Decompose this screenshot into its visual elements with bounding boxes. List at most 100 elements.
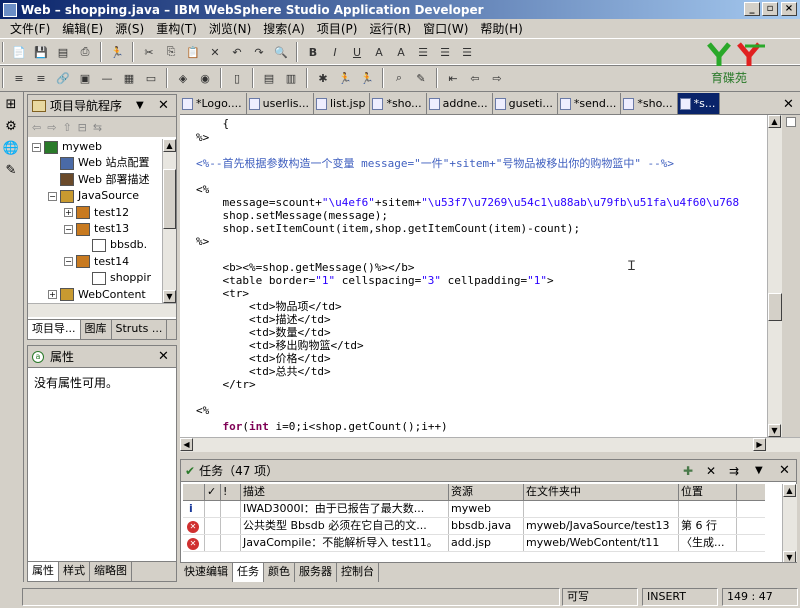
view-menu-icon[interactable]: ▼ xyxy=(755,465,763,476)
align-right-icon[interactable]: ☰ xyxy=(457,42,477,62)
debug-icon[interactable]: ✱ xyxy=(313,68,333,88)
open-perspective-icon[interactable]: ⊞ xyxy=(1,94,21,114)
run-icon[interactable]: 🏃 xyxy=(335,68,355,88)
tree-item[interactable]: + test12 xyxy=(64,205,129,221)
tab-thumbnails[interactable]: 缩略图 xyxy=(90,562,132,581)
collapse-icon[interactable]: − xyxy=(48,191,57,201)
editor-tab[interactable]: *sho... xyxy=(621,93,678,114)
form-icon[interactable]: ▭ xyxy=(141,68,161,88)
column-header[interactable]: 在文件夹中 xyxy=(524,484,679,500)
hr-icon[interactable]: — xyxy=(97,68,117,88)
back-icon[interactable]: ⇦ xyxy=(32,121,41,134)
editor-tab[interactable]: guseti... xyxy=(493,93,558,114)
tasks-scrollbar[interactable]: ▲ ▼ xyxy=(782,484,797,564)
code-editor[interactable]: { %> <%--首先根据参数构造一个变量 message="一件"+sitem… xyxy=(180,115,767,437)
collapse-icon[interactable]: − xyxy=(32,142,41,152)
save-icon[interactable]: 💾 xyxy=(31,42,51,62)
jsp-icon[interactable]: ◈ xyxy=(173,68,193,88)
link-editor-icon[interactable]: ⇆ xyxy=(93,121,102,134)
forward-icon[interactable]: ⇨ xyxy=(487,68,507,88)
new-icon[interactable]: 📄 xyxy=(9,42,29,62)
scroll-right-arrow[interactable]: ▶ xyxy=(753,438,766,451)
close-editor-icon[interactable]: ✕ xyxy=(783,97,794,112)
column-header[interactable]: 位置 xyxy=(679,484,737,500)
tab-styles[interactable]: 样式 xyxy=(59,562,90,581)
scroll-down-arrow[interactable]: ▼ xyxy=(768,424,781,437)
editor-tab[interactable]: *s... xyxy=(677,93,721,114)
tab-struts[interactable]: Struts ... xyxy=(112,320,168,339)
menu-source[interactable]: 源(S) xyxy=(109,20,150,38)
editor-tab[interactable]: list.jsp xyxy=(314,93,371,114)
collapse-icon[interactable]: − xyxy=(64,257,73,267)
expand-icon[interactable]: + xyxy=(64,208,73,218)
run-person-icon[interactable]: 🏃 xyxy=(107,42,127,62)
add-task-icon[interactable]: ✚ xyxy=(683,464,693,478)
menu-run[interactable]: 运行(R) xyxy=(363,20,417,38)
frame-icon[interactable]: ▯ xyxy=(227,68,247,88)
error-overview-marker[interactable] xyxy=(786,117,796,127)
new-package-icon[interactable]: ▥ xyxy=(281,68,301,88)
tree-item[interactable]: bbsdb. xyxy=(80,237,147,253)
up-icon[interactable]: ⇧ xyxy=(62,121,71,134)
navigator-scrollbar[interactable]: ▲ ▼ xyxy=(162,139,176,303)
tree-item[interactable]: − myweb xyxy=(32,139,102,155)
save-all-icon[interactable]: ▤ xyxy=(53,42,73,62)
tab-console[interactable]: 控制台 xyxy=(337,563,379,582)
tree-item[interactable]: Web 站点配置 xyxy=(48,155,149,171)
scroll-left-arrow[interactable]: ◀ xyxy=(180,438,193,451)
column-header[interactable]: 资源 xyxy=(449,484,524,500)
editor-tab[interactable]: *send... xyxy=(558,93,622,114)
close-navigator-icon[interactable]: ✕ xyxy=(158,98,169,113)
close-button[interactable]: × xyxy=(781,2,797,16)
tab-colors[interactable]: 颜色 xyxy=(264,563,295,582)
last-edit-icon[interactable]: ⇤ xyxy=(443,68,463,88)
tree-item[interactable]: + WebContent xyxy=(48,287,146,303)
paste-icon[interactable]: 📋 xyxy=(183,42,203,62)
collapse-icon[interactable]: − xyxy=(64,224,73,234)
editor-tab[interactable]: userlis... xyxy=(247,93,314,114)
table-icon[interactable]: ▦ xyxy=(119,68,139,88)
task-row[interactable]: ✕ JavaCompile：不能解析导入 test11。 add.jsp myweb/… xyxy=(183,535,765,552)
tab-tasks[interactable]: 任务 xyxy=(233,563,264,582)
task-row[interactable]: i IWAD3000I：由于已报告了最大数... myweb xyxy=(183,501,765,518)
close-tasks-icon[interactable]: ✕ xyxy=(779,463,790,478)
column-header[interactable]: ! xyxy=(221,484,241,500)
unordered-list-icon[interactable]: ≡ xyxy=(31,68,51,88)
redo-icon[interactable]: ↷ xyxy=(249,42,269,62)
align-center-icon[interactable]: ☰ xyxy=(435,42,455,62)
tree-item[interactable]: − test14 xyxy=(64,254,129,270)
web-perspective-icon[interactable]: 🌐 xyxy=(1,138,21,158)
tab-properties[interactable]: 属性 xyxy=(28,562,59,581)
tree-item[interactable]: − JavaSource xyxy=(48,188,139,204)
link-icon[interactable]: 🔗 xyxy=(53,68,73,88)
undo-icon[interactable]: ↶ xyxy=(227,42,247,62)
new-java-icon[interactable]: ▤ xyxy=(259,68,279,88)
image-icon[interactable]: ▣ xyxy=(75,68,95,88)
editor-tab[interactable]: *sho... xyxy=(370,93,427,114)
font-larger-icon[interactable]: A xyxy=(369,42,389,62)
pen-icon[interactable]: ✎ xyxy=(411,68,431,88)
menu-edit[interactable]: 编辑(E) xyxy=(56,20,109,38)
maximize-button[interactable]: ▫ xyxy=(762,2,778,16)
search-web-icon[interactable]: ⌕ xyxy=(389,68,409,88)
back-icon[interactable]: ⇦ xyxy=(465,68,485,88)
find-icon[interactable]: 🔍 xyxy=(271,42,291,62)
font-smaller-icon[interactable]: A xyxy=(391,42,411,62)
minimize-button[interactable]: _ xyxy=(744,2,760,16)
tree-item[interactable]: Web 部署描述 xyxy=(48,172,149,188)
column-header[interactable] xyxy=(183,484,205,500)
forward-icon[interactable]: ⇨ xyxy=(47,121,56,134)
scroll-up-arrow[interactable]: ▲ xyxy=(783,484,796,497)
cut-icon[interactable]: ✂ xyxy=(139,42,159,62)
tab-servers[interactable]: 服务器 xyxy=(295,563,337,582)
copy-icon[interactable]: ⎘ xyxy=(161,42,181,62)
scroll-down-arrow[interactable]: ▼ xyxy=(163,290,176,303)
tree-item[interactable]: − test13 xyxy=(64,221,129,237)
tab-gallery[interactable]: 图库 xyxy=(81,320,112,339)
bold-icon[interactable]: B xyxy=(303,42,323,62)
tab-project-navigator[interactable]: 项目导... xyxy=(28,320,81,339)
delete-icon[interactable]: ✕ xyxy=(205,42,225,62)
menu-help[interactable]: 帮助(H) xyxy=(474,20,528,38)
scroll-up-arrow[interactable]: ▲ xyxy=(768,115,781,128)
column-header[interactable]: ✓ xyxy=(205,484,221,500)
